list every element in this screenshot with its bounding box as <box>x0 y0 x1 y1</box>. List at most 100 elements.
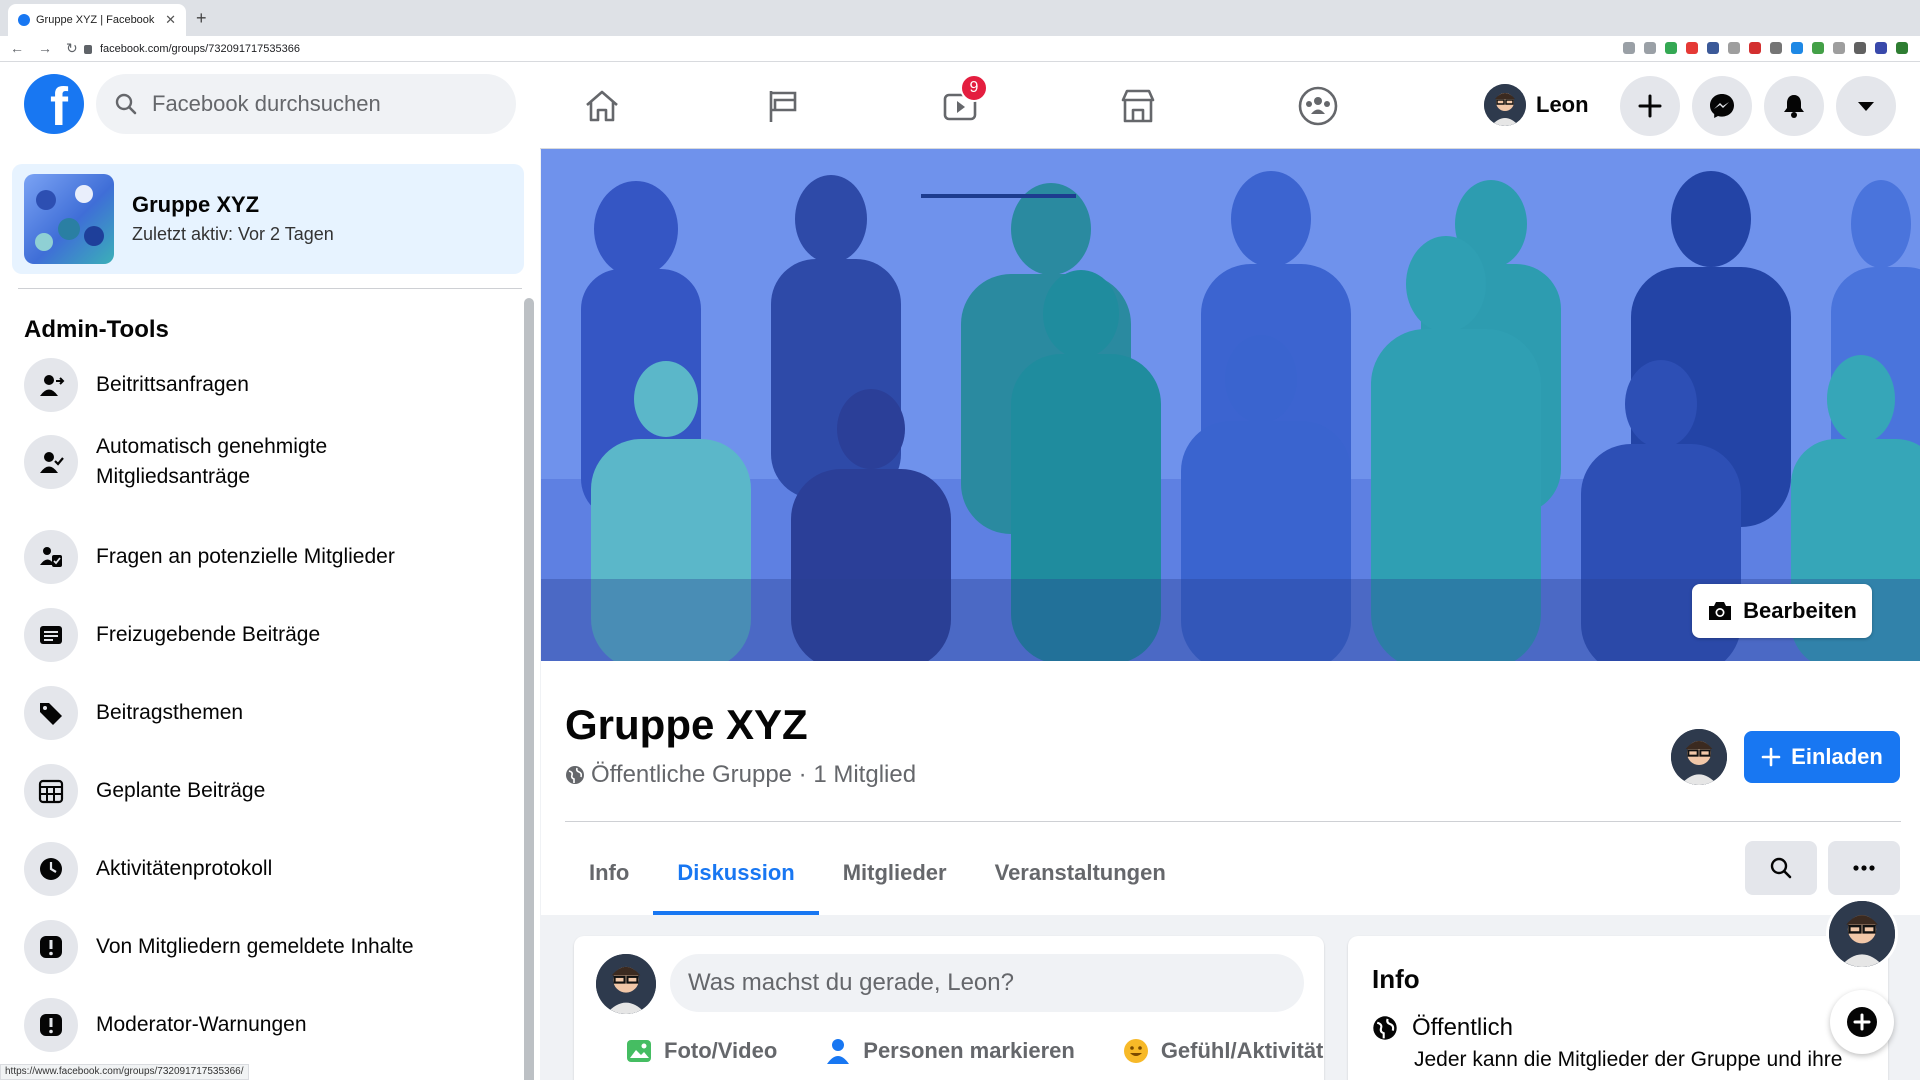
plus-circle-icon <box>1847 1007 1877 1037</box>
group-meta: Öffentliche Gruppe · 1 Mitglied <box>565 761 916 789</box>
sidebar-item-label: Fragen an potenzielle Mitglieder <box>96 545 395 568</box>
search-icon <box>1770 857 1792 879</box>
group-meta-text: Öffentliche Gruppe · 1 Mitglied <box>591 761 917 788</box>
privacy-row: Öffentlich <box>1372 1014 1513 1042</box>
invite-button[interactable]: Einladen <box>1744 731 1900 783</box>
globe-icon <box>566 766 584 784</box>
sidebar-item-activity-log[interactable]: Aktivitätenprotokoll <box>24 842 504 896</box>
photo-icon <box>627 1040 651 1062</box>
sidebar-item-auto-approved[interactable]: Automatisch genehmigte Mitgliedsanträge <box>24 432 504 492</box>
tab-members[interactable]: Mitglieder <box>819 831 971 915</box>
watch-nav[interactable]: 9 <box>932 74 988 134</box>
search-icon <box>115 93 137 115</box>
sidebar-item-post-topics[interactable]: Beitragsthemen <box>24 686 504 740</box>
post-composer: Was machst du gerade, Leon? Foto/Video P… <box>574 936 1324 1080</box>
chat-head-avatar[interactable] <box>1826 898 1898 970</box>
extension-icon[interactable] <box>1749 42 1761 54</box>
url-field[interactable]: facebook.com/groups/732091717535366 <box>84 39 1584 59</box>
extension-icon[interactable] <box>1812 42 1824 54</box>
watch-badge: 9 <box>960 74 988 102</box>
extension-icon[interactable] <box>1833 42 1845 54</box>
admin-tools-title: Admin-Tools <box>24 316 169 343</box>
photo-video-button[interactable]: Foto/Video <box>624 1036 777 1066</box>
composer-input[interactable]: Was machst du gerade, Leon? <box>670 954 1304 1012</box>
tab-events[interactable]: Veranstaltungen <box>971 831 1190 915</box>
menu-icon[interactable] <box>1854 42 1866 54</box>
info-card-title: Info <box>1372 964 1420 994</box>
pages-nav[interactable] <box>754 78 810 134</box>
extension-icon[interactable] <box>1686 42 1698 54</box>
sidebar-scrollbar[interactable] <box>524 298 534 1080</box>
tab-discussion[interactable]: Diskussion <box>653 831 820 915</box>
notifications-button[interactable] <box>1764 76 1824 136</box>
sidebar-item-pending-posts[interactable]: Freizugebende Beiträge <box>24 608 504 662</box>
extension-icon[interactable] <box>1896 42 1908 54</box>
extension-icon[interactable] <box>1791 42 1803 54</box>
extension-icon[interactable] <box>1707 42 1719 54</box>
avatar[interactable] <box>596 954 656 1014</box>
search-input[interactable] <box>152 91 452 117</box>
facebook-header: f 9 Leon <box>0 62 1920 148</box>
tag-people-icon <box>827 1039 850 1064</box>
close-tab-icon[interactable]: ✕ <box>165 12 176 28</box>
group-search-button[interactable] <box>1745 841 1817 895</box>
account-menu-button[interactable] <box>1836 76 1896 136</box>
more-icon <box>1853 865 1875 871</box>
profile-icon[interactable] <box>1875 42 1887 54</box>
tab-info[interactable]: Info <box>565 831 653 915</box>
messenger-button[interactable] <box>1692 76 1752 136</box>
sidebar-item-moderator-warnings[interactable]: Moderator-Warnungen <box>24 998 504 1052</box>
facebook-logo-icon[interactable]: f <box>24 74 84 134</box>
invite-label: Einladen <box>1791 744 1883 769</box>
edit-cover-button[interactable]: Bearbeiten <box>1692 584 1872 638</box>
back-icon[interactable]: ← <box>10 40 24 57</box>
feeling-activity-button[interactable]: Gefühl/Aktivität <box>1121 1036 1323 1066</box>
home-nav[interactable] <box>574 78 630 134</box>
plus-icon <box>1761 747 1781 767</box>
browser-tab[interactable]: Gruppe XYZ | Facebook ✕ <box>8 4 186 36</box>
new-message-button[interactable] <box>1830 990 1894 1054</box>
alert-icon <box>24 998 78 1052</box>
globe-icon <box>1373 1016 1397 1040</box>
group-card[interactable]: Gruppe XYZ Zuletzt aktiv: Vor 2 Tagen <box>12 164 524 274</box>
sidebar-item-join-requests[interactable]: Beitrittsanfragen <box>24 358 504 412</box>
reload-icon[interactable]: ↻ <box>66 40 78 57</box>
sidebar-item-label: Beitragsthemen <box>96 701 244 724</box>
browser-tabbar: Gruppe XYZ | Facebook ✕ + <box>0 0 1920 36</box>
member-avatar[interactable] <box>1671 729 1727 785</box>
sidebar-item-scheduled-posts[interactable]: Geplante Beiträge <box>24 764 504 818</box>
search-bar[interactable] <box>96 74 516 134</box>
extension-icon[interactable] <box>1770 42 1782 54</box>
new-tab-icon[interactable]: + <box>196 8 207 29</box>
forward-icon[interactable]: → <box>38 40 52 57</box>
messenger-icon <box>1710 94 1734 118</box>
group-activity: Zuletzt aktiv: Vor 2 Tagen <box>132 224 334 244</box>
status-url: https://www.facebook.com/groups/73209171… <box>0 1064 249 1080</box>
tag-people-button[interactable]: Personen markieren <box>823 1036 1075 1066</box>
sidebar-item-label: Automatisch genehmigte Mitgliedsanträge <box>96 435 328 488</box>
clock-icon <box>24 842 78 896</box>
store-icon <box>1121 89 1155 123</box>
group-tabs: Info Diskussion Mitglieder Veranstaltung… <box>565 831 1190 915</box>
sidebar-item-reported-content[interactable]: Von Mitgliedern gemeldete Inhalte <box>24 920 504 974</box>
divider <box>565 821 1901 822</box>
url-text: facebook.com/groups/732091717535366 <box>100 43 300 55</box>
group-header-panel: Gruppe XYZ Öffentliche Gruppe · 1 Mitgli… <box>541 661 1920 915</box>
home-icon <box>586 90 618 122</box>
flag-icon <box>769 91 797 122</box>
star-icon[interactable] <box>1644 42 1656 54</box>
profile-chip[interactable]: Leon <box>1484 80 1589 130</box>
marketplace-nav[interactable] <box>1110 78 1166 134</box>
tab-title: Gruppe XYZ | Facebook <box>36 14 155 26</box>
composer-actions: Foto/Video Personen markieren Gefühl/Akt… <box>624 1036 1323 1066</box>
extension-icon[interactable] <box>1728 42 1740 54</box>
extension-icon[interactable] <box>1665 42 1677 54</box>
groups-nav[interactable] <box>1290 78 1346 134</box>
create-button[interactable] <box>1620 76 1680 136</box>
more-options-button[interactable] <box>1828 841 1900 895</box>
divider <box>18 288 522 289</box>
camera-icon <box>1709 602 1732 620</box>
sidebar: Gruppe XYZ Zuletzt aktiv: Vor 2 Tagen Ad… <box>0 148 540 1080</box>
sidebar-item-member-questions[interactable]: Fragen an potenzielle Mitglieder <box>24 530 504 584</box>
zoom-icon[interactable] <box>1623 42 1635 54</box>
